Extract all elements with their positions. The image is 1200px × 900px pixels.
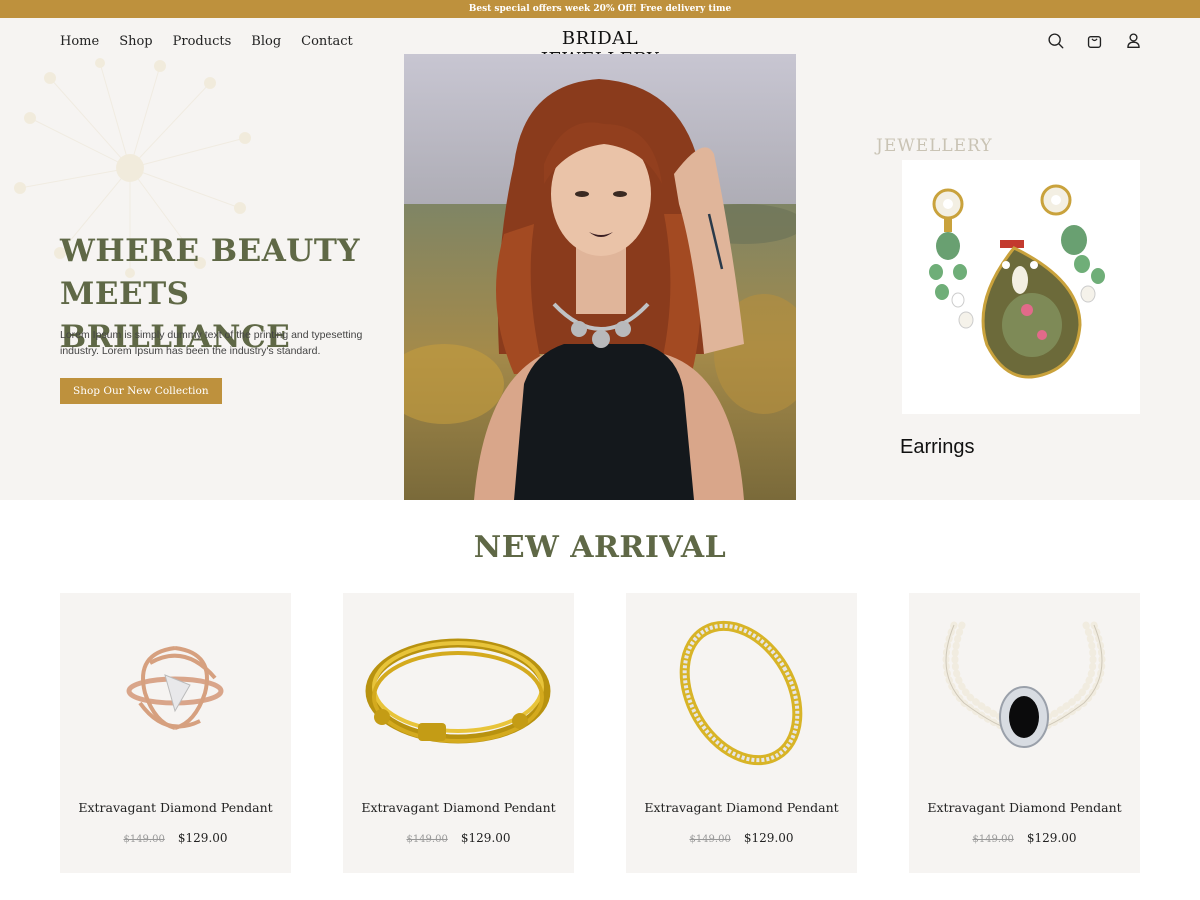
pearl-choker-necklace-image	[942, 621, 1106, 748]
nav-contact[interactable]: Contact	[301, 34, 353, 49]
main-nav: Home Shop Products Blog Contact	[60, 34, 373, 49]
product-old-price: $149.00	[406, 834, 448, 845]
product-name: Extravagant Diamond Pendant	[361, 800, 556, 815]
product-prices: $149.00 $129.00	[60, 827, 291, 846]
nav-shop[interactable]: Shop	[119, 34, 152, 49]
product-card-2[interactable]: Extravagant Diamond Pendant $149.00 $129…	[343, 593, 574, 873]
product-card-3[interactable]: Extravagant Diamond Pendant $149.00 $129…	[626, 593, 857, 873]
product-prices: $149.00 $129.00	[626, 827, 857, 846]
product-name: Extravagant Diamond Pendant	[644, 800, 839, 815]
hero-description: Lorem Ipsum is simply dummy text of the …	[60, 329, 363, 357]
rose-gold-ring-image	[126, 646, 224, 730]
earrings-category-label[interactable]: Earrings	[900, 436, 974, 459]
search-icon[interactable]	[1047, 32, 1064, 49]
nav-products[interactable]: Products	[173, 34, 232, 49]
new-arrival-title: NEW ARRIVAL	[473, 530, 727, 565]
earrings-category-card[interactable]	[902, 160, 1140, 414]
side-category-label: JEWELLERY	[876, 136, 993, 156]
nav-blog[interactable]: Blog	[251, 34, 281, 49]
product-old-price: $149.00	[972, 834, 1014, 845]
product-prices: $149.00 $129.00	[343, 827, 574, 846]
earrings-product-image	[929, 184, 1105, 379]
diamond-gold-bangle-image	[679, 620, 803, 766]
product-old-price: $149.00	[689, 834, 731, 845]
product-old-price: $149.00	[123, 834, 165, 845]
product-name: Extravagant Diamond Pendant	[78, 800, 273, 815]
product-card-1[interactable]: Extravagant Diamond Pendant $149.00 $129…	[60, 593, 291, 873]
product-price: $129.00	[1026, 831, 1077, 845]
gold-bangle-image	[365, 638, 551, 744]
shop-collection-button[interactable]: Shop Our New Collection	[60, 378, 222, 404]
product-name: Extravagant Diamond Pendant	[927, 800, 1122, 815]
product-prices: $149.00 $129.00	[909, 827, 1140, 846]
promo-banner: Best special offers week 20% Off! Free d…	[0, 0, 1200, 18]
header-icons	[1047, 32, 1142, 49]
hero-section: Home Shop Products Blog Contact BRIDAL J…	[0, 18, 1200, 500]
product-price: $129.00	[460, 831, 511, 845]
product-price: $129.00	[743, 831, 794, 845]
shopping-bag-icon[interactable]	[1086, 32, 1103, 49]
product-price: $129.00	[177, 831, 228, 845]
user-icon[interactable]	[1125, 32, 1142, 49]
nav-home[interactable]: Home	[60, 34, 99, 49]
product-card-4[interactable]: Extravagant Diamond Pendant $149.00 $129…	[909, 593, 1140, 873]
hero-model-photo	[404, 54, 796, 500]
